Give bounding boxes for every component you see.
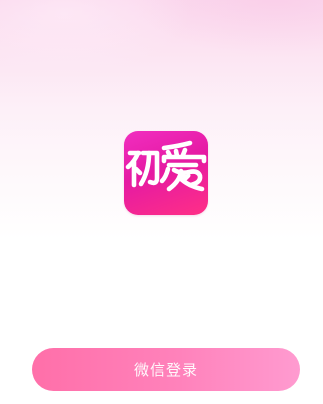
wechat-login-button[interactable]: 微信登录: [32, 348, 300, 391]
app-logo: [124, 131, 208, 215]
background-glow: [0, 0, 323, 140]
app-logo-glyphs: [125, 140, 207, 192]
wechat-login-label: 微信登录: [133, 361, 198, 379]
